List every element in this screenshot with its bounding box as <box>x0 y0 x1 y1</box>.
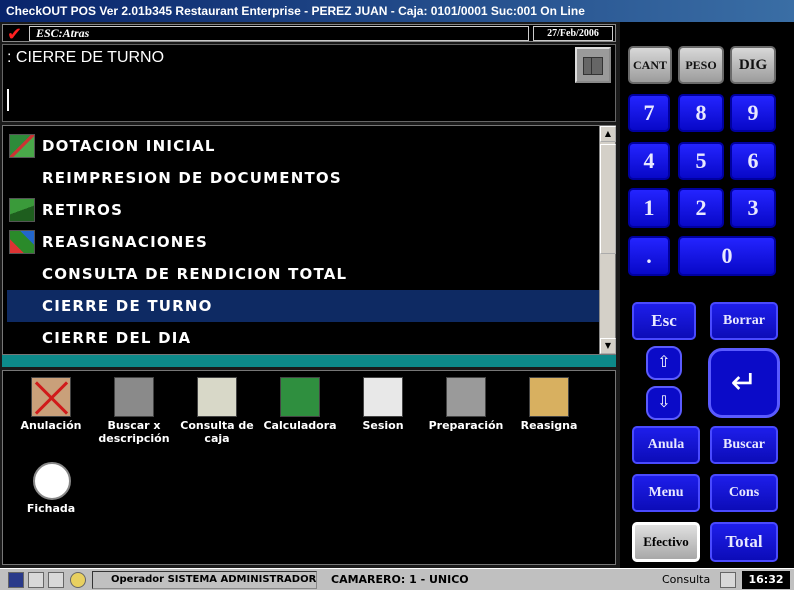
enter-key[interactable]: ↵ <box>708 348 780 418</box>
binoculars-icon <box>114 377 154 417</box>
operador-label: Operador SISTEMA ADMINISTRADOR <box>92 571 317 589</box>
total-key[interactable]: Total <box>710 522 778 562</box>
menu-item[interactable]: REASIGNACIONES <box>7 226 599 258</box>
arrow-up-icon[interactable]: ⇧ <box>646 346 682 380</box>
esc-key[interactable]: Esc <box>632 302 696 340</box>
calculator-icon <box>280 377 320 417</box>
key-3[interactable]: 3 <box>730 188 776 228</box>
menu-item[interactable]: CONSULTA DE RENDICION TOTAL <box>7 258 599 290</box>
toolbar-button-label: Anulación <box>20 419 82 432</box>
toolbar-button[interactable]: Buscar x descripción <box>94 373 174 453</box>
numeric-keypad: CANT PESO DIG 7 8 9 4 5 6 1 2 3 . 0 Esc … <box>620 22 794 568</box>
toolbar-button-label: Buscar x descripción <box>98 419 170 445</box>
clock-icon <box>31 460 71 500</box>
binoculars-status-icon <box>720 572 736 588</box>
key-0[interactable]: 0 <box>678 236 776 276</box>
drawer-status-icon <box>48 572 64 588</box>
menu-key[interactable]: Menu <box>632 474 700 512</box>
menu-item[interactable]: CIERRE DEL DIA <box>7 322 599 354</box>
reasignaciones-icon <box>9 230 35 254</box>
buscar-key[interactable]: Buscar <box>710 426 778 464</box>
menu-item-label: CONSULTA DE RENDICION TOTAL <box>42 265 348 283</box>
camarero-label: CAMARERO: 1 - UNICO <box>331 573 469 586</box>
toolbar-button-label: Preparación <box>428 419 504 432</box>
toolbar-button[interactable]: Fichada <box>11 456 91 536</box>
menu-item[interactable]: CIERRE DE TURNO <box>7 290 599 322</box>
efectivo-key[interactable]: Efectivo <box>632 522 700 562</box>
consulta-label: Consulta <box>662 573 711 586</box>
main-panel: ✔ ESC:Atras 27/Feb/2006 : CIERRE DE TURN… <box>0 22 620 568</box>
cant-key[interactable]: CANT <box>628 46 672 84</box>
key-5[interactable]: 5 <box>678 142 724 180</box>
esc-back-label[interactable]: ESC:Atras <box>29 26 529 41</box>
cons-key[interactable]: Cons <box>710 474 778 512</box>
menu-item-label: RETIROS <box>42 201 124 219</box>
check-icon: ✔ <box>7 24 23 45</box>
key-6[interactable]: 6 <box>730 142 776 180</box>
toolbar-button[interactable]: Sesion <box>343 373 423 453</box>
printer-status-icon <box>28 572 44 588</box>
key-7[interactable]: 7 <box>628 94 670 132</box>
prompt-text: : CIERRE DE TURNO <box>7 49 165 66</box>
toolbar-button[interactable]: Preparación <box>426 373 506 453</box>
toolbar-button[interactable]: Calculadora <box>260 373 340 453</box>
menu-item[interactable]: RETIROS <box>7 194 599 226</box>
folders-icon <box>529 377 569 417</box>
menu-list: DOTACION INICIAL REIMPRESION DE DOCUMENTO… <box>3 126 599 354</box>
menu-item-label: REIMPRESION DE DOCUMENTOS <box>42 169 342 187</box>
clock-time: 16:32 <box>742 571 790 589</box>
date-display: 27/Feb/2006 <box>533 26 613 41</box>
text-cursor <box>7 89 9 111</box>
toolbar-button[interactable]: Consulta de caja <box>177 373 257 453</box>
key-8[interactable]: 8 <box>678 94 724 132</box>
menu-item-label: CIERRE DE TURNO <box>42 297 213 315</box>
menu-footer-bar <box>2 355 616 367</box>
network-icon <box>8 572 24 588</box>
anulacion-icon <box>31 377 71 417</box>
toolbar-icons: Anulación Buscar x descripción Consulta de… <box>2 370 616 565</box>
key-decimal[interactable]: . <box>628 236 670 276</box>
binoculars-search-button[interactable] <box>575 47 611 83</box>
scroll-up-icon[interactable]: ▲ <box>600 126 616 142</box>
menu-item[interactable]: REIMPRESION DE DOCUMENTOS <box>7 162 599 194</box>
scroll-down-icon[interactable]: ▼ <box>600 338 616 354</box>
arrow-down-icon[interactable]: ⇩ <box>646 386 682 420</box>
menu-item-label: DOTACION INICIAL <box>42 137 216 155</box>
toolbar-button-label: Sesion <box>362 419 404 432</box>
toolbar-button-label: Calculadora <box>263 419 337 432</box>
key-9[interactable]: 9 <box>730 94 776 132</box>
toolbar-button[interactable]: Reasigna <box>509 373 589 453</box>
dig-key[interactable]: DIG <box>730 46 776 84</box>
scroll-thumb[interactable] <box>600 144 616 254</box>
printer-icon <box>446 377 486 417</box>
menu-item-label: CIERRE DEL DIA <box>42 329 192 347</box>
menu-scrollbar[interactable]: ▲ ▼ <box>599 126 616 354</box>
retiros-icon <box>9 198 35 222</box>
session-icon <box>363 377 403 417</box>
toolbar-button-label: Fichada <box>26 502 76 515</box>
user-status-icon <box>70 572 86 588</box>
menu-item[interactable]: DOTACION INICIAL <box>7 130 599 162</box>
key-1[interactable]: 1 <box>628 188 670 228</box>
function-menu: DOTACION INICIAL REIMPRESION DE DOCUMENTO… <box>2 125 616 355</box>
window-title: CheckOUT POS Ver 2.01b345 Restaurant Ent… <box>0 0 794 22</box>
status-bar: Operador SISTEMA ADMINISTRADOR CAMARERO:… <box>0 568 794 590</box>
prompt-area[interactable]: : CIERRE DE TURNO <box>2 44 616 122</box>
key-4[interactable]: 4 <box>628 142 670 180</box>
toolbar-button-label: Reasigna <box>520 419 578 432</box>
anula-key[interactable]: Anula <box>632 426 700 464</box>
cash-register-icon <box>197 377 237 417</box>
command-bar: ✔ ESC:Atras 27/Feb/2006 <box>2 24 616 45</box>
toolbar-button-label: Consulta de caja <box>180 419 254 445</box>
toolbar-button[interactable]: Anulación <box>11 373 91 453</box>
key-2[interactable]: 2 <box>678 188 724 228</box>
money-icon <box>9 134 35 158</box>
menu-item-label: REASIGNACIONES <box>42 233 209 251</box>
peso-key[interactable]: PESO <box>678 46 724 84</box>
borrar-key[interactable]: Borrar <box>710 302 778 340</box>
